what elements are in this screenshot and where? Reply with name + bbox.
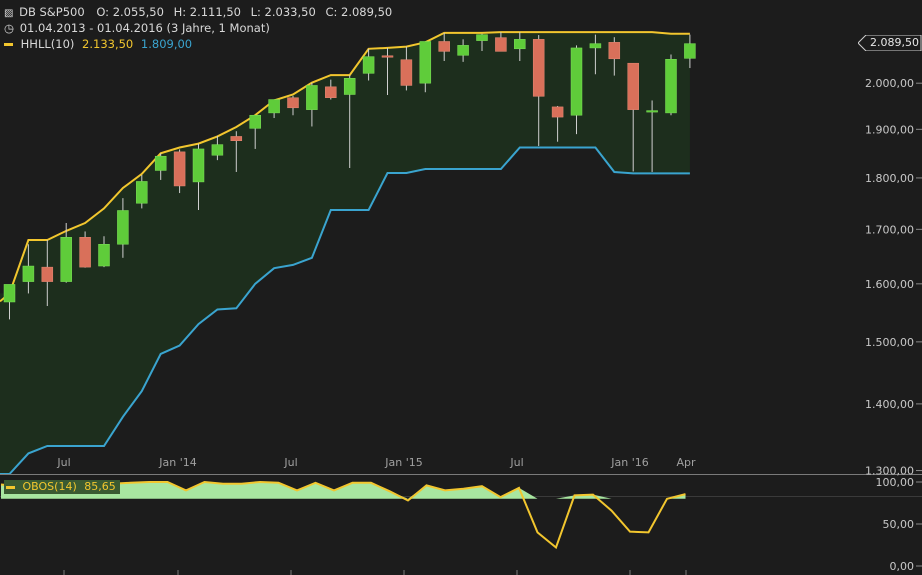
- candle-body: [325, 86, 337, 98]
- candle-body: [608, 42, 621, 60]
- x-tick-label: Jul: [283, 456, 297, 469]
- candle-body: [627, 62, 639, 110]
- candle-body: [154, 155, 167, 171]
- candle: [665, 54, 677, 116]
- obos-legend: OBOS(14) 85,65: [4, 480, 120, 494]
- clock-icon: ◷: [4, 21, 15, 35]
- candle-body: [589, 43, 602, 49]
- candle-body: [684, 43, 696, 59]
- candle-body: [570, 47, 583, 116]
- candle-body: [192, 148, 205, 183]
- obos-y-tick-label: 100,00: [876, 476, 915, 489]
- x-tick-label: Jan '14: [158, 456, 196, 469]
- y-tick-label: 2.000,00: [865, 77, 914, 90]
- candle-body: [268, 99, 280, 114]
- y-tick-label: 1.900,00: [865, 123, 914, 136]
- indicator-lower-value: 1.809,00: [140, 37, 193, 51]
- obos-label: OBOS(14): [22, 480, 77, 493]
- candle-body: [457, 45, 469, 56]
- obos-value: 85,65: [84, 480, 116, 493]
- candle-body: [665, 58, 677, 114]
- x-tick-label: Jul: [56, 456, 70, 469]
- symbol-name: DB S&P500: [19, 5, 85, 19]
- x-tick-label: Jul: [509, 456, 523, 469]
- candle-body: [343, 78, 356, 95]
- obos-y-tick-label: 0,00: [890, 560, 915, 573]
- x-tick-label: Jan '16: [610, 456, 648, 469]
- x-tick-label: Apr: [676, 456, 696, 469]
- price-marker: 2.089,50: [858, 35, 922, 51]
- candle-body: [249, 114, 261, 129]
- candle-body: [60, 237, 72, 282]
- obos-swatch: [6, 485, 15, 489]
- candle-body: [117, 210, 129, 245]
- ohlc-low: L: 2.033,50: [250, 5, 316, 19]
- y-tick-label: 1.600,00: [865, 278, 914, 291]
- indicator-legend-swatch: [4, 43, 13, 46]
- candle-body: [646, 110, 658, 113]
- candle-body: [22, 265, 35, 282]
- range-row: ◷ 01.04.2013 - 01.04.2016 (3 Jahre, 1 Mo…: [4, 20, 272, 36]
- candle-body: [495, 37, 507, 52]
- candle-body: [438, 41, 450, 52]
- candle-body: [98, 244, 110, 267]
- price-marker-value: 2.089,50: [870, 36, 919, 49]
- candle-body: [79, 237, 91, 268]
- candle-body: [551, 106, 564, 118]
- candle-body: [136, 181, 148, 204]
- obos-y-tick-label: 50,00: [883, 518, 915, 531]
- candle-body: [41, 266, 54, 282]
- indicator-row: HHLL(10) 2.133,50 1.809,00: [4, 36, 194, 52]
- ohlc-open: O: 2.055,50: [96, 5, 164, 19]
- indicator-upper-value: 2.133,50: [82, 37, 134, 51]
- ohlc-high: H: 2.111,50: [173, 5, 241, 19]
- indicator-name: HHLL(10): [20, 37, 75, 51]
- y-tick-label: 1.500,00: [865, 336, 914, 349]
- candle-body: [230, 136, 243, 141]
- candle-body: [3, 284, 16, 303]
- chart-type-icon: ▨: [4, 8, 14, 19]
- chart-canvas: 1.300,001.400,001.500,001.600,001.700,00…: [0, 31, 922, 575]
- y-tick-label: 1.700,00: [865, 223, 914, 236]
- candle-body: [306, 85, 318, 110]
- date-range: 01.04.2013 - 01.04.2016 (3 Jahre, 1 Mona…: [19, 21, 270, 35]
- candle-body: [362, 56, 375, 74]
- candle-body: [173, 151, 186, 187]
- candle-body: [514, 39, 526, 50]
- x-tick-label: Jan '15: [384, 456, 422, 469]
- candle-body: [287, 97, 299, 109]
- candle-body: [476, 34, 488, 41]
- candle-body: [419, 41, 432, 84]
- candle-body: [381, 55, 394, 58]
- y-tick-label: 1.800,00: [865, 172, 914, 185]
- candle-body: [532, 39, 545, 97]
- y-tick-label: 1.400,00: [865, 398, 914, 411]
- candle-body: [400, 59, 413, 86]
- ohlc-close: C: 2.089,50: [325, 5, 393, 19]
- candle-body: [211, 144, 224, 156]
